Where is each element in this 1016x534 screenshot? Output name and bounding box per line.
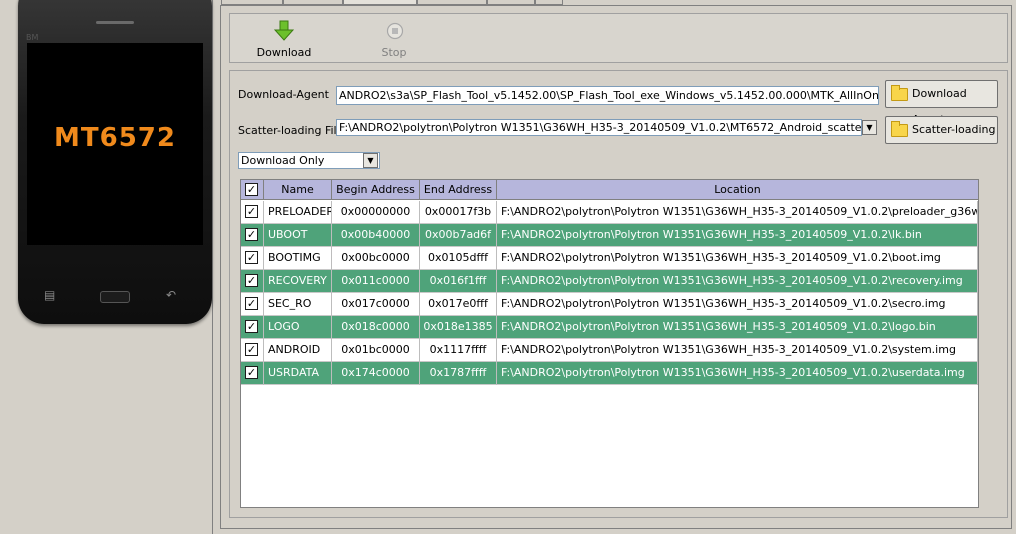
menu-icon: ▤ — [44, 288, 56, 302]
row-checkbox[interactable]: ✓ — [245, 320, 258, 333]
table-row[interactable]: ✓ RECOVERY 0x011c0000 0x016f1fff F:\ANDRO2\p… — [241, 270, 978, 293]
chevron-down-icon[interactable]: ▼ — [363, 153, 378, 168]
table-row[interactable]: ✓ PRELOADER 0x00000000 0x00017f3b F:\ANDRO2\… — [241, 201, 978, 224]
cell-end: 0x0105dfff — [420, 247, 497, 270]
cell-end: 0x00017f3b — [420, 201, 497, 224]
cell-begin: 0x00b40000 — [332, 224, 420, 247]
row-checkbox[interactable]: ✓ — [245, 366, 258, 379]
row-checkbox[interactable]: ✓ — [245, 274, 258, 287]
row-checkbox[interactable]: ✓ — [245, 343, 258, 356]
scatter-loading-button-label: Scatter-loading — [912, 123, 996, 136]
cell-end: 0x017e0fff — [420, 293, 497, 316]
phone-brand-label: BM — [26, 33, 39, 42]
table-row[interactable]: ✓ BOOTIMG 0x00bc0000 0x0105dfff F:\ANDRO2\po… — [241, 247, 978, 270]
row-checkbox-cell: ✓ — [241, 339, 264, 362]
table-row[interactable]: ✓ UBOOT 0x00b40000 0x00b7ad6f F:\ANDRO2\poly… — [241, 224, 978, 247]
column-header-location[interactable]: Location — [497, 180, 978, 200]
table-row[interactable]: ✓ SEC_RO 0x017c0000 0x017e0fff F:\ANDRO2\pol… — [241, 293, 978, 316]
row-checkbox-cell: ✓ — [241, 316, 264, 339]
download-agent-label: Download-Agent — [238, 88, 329, 101]
cell-location: F:\ANDRO2\polytron\Polytron W1351\G36WH_… — [497, 247, 978, 270]
cell-begin: 0x011c0000 — [332, 270, 420, 293]
cell-name: LOGO — [264, 316, 332, 339]
folder-icon — [891, 85, 908, 101]
chip-model-label: MT6572 — [54, 123, 176, 153]
phone-image: BM MT6572 ▤ ↶ — [18, 0, 212, 324]
cell-location: F:\ANDRO2\polytron\Polytron W1351\G36WH_… — [497, 270, 978, 293]
download-agent-field[interactable]: ANDRO2\s3a\SP_Flash_Tool_v5.1452.00\SP_F… — [336, 86, 879, 105]
cell-begin: 0x017c0000 — [332, 293, 420, 316]
download-button[interactable]: Download — [254, 20, 314, 60]
cell-begin: 0x018c0000 — [332, 316, 420, 339]
cell-name: PRELOADER — [264, 201, 332, 224]
home-button-icon — [100, 291, 130, 303]
cell-name: USRDATA — [264, 362, 332, 385]
phone-hardware-buttons: ▤ ↶ — [38, 288, 192, 304]
row-checkbox-cell: ✓ — [241, 224, 264, 247]
cell-location: F:\ANDRO2\polytron\Polytron W1351\G36WH_… — [497, 362, 978, 385]
folder-icon — [891, 121, 908, 137]
cell-name: SEC_RO — [264, 293, 332, 316]
scatter-file-select[interactable]: F:\ANDRO2\polytron\Polytron W1351\G36WH_… — [336, 119, 862, 136]
cell-name: UBOOT — [264, 224, 332, 247]
row-checkbox-cell: ✓ — [241, 201, 264, 224]
row-checkbox[interactable]: ✓ — [245, 251, 258, 264]
stop-button[interactable]: Stop — [364, 20, 424, 60]
row-checkbox[interactable]: ✓ — [245, 297, 258, 310]
row-checkbox[interactable]: ✓ — [245, 205, 258, 218]
row-checkbox[interactable]: ✓ — [245, 228, 258, 241]
cell-begin: 0x174c0000 — [332, 362, 420, 385]
select-all-cell: ✓ — [241, 180, 264, 200]
device-preview-panel: BM MT6572 ▤ ↶ — [0, 0, 213, 534]
download-agent-button[interactable]: Download Agent — [885, 80, 998, 126]
cell-name: RECOVERY — [264, 270, 332, 293]
table-row[interactable]: ✓ USRDATA 0x174c0000 0x1787ffff F:\ANDRO2\po… — [241, 362, 978, 385]
cell-end: 0x1787ffff — [420, 362, 497, 385]
row-checkbox-cell: ✓ — [241, 247, 264, 270]
chevron-down-icon[interactable]: ▼ — [862, 120, 877, 135]
row-checkbox-cell: ✓ — [241, 293, 264, 316]
scatter-loading-button[interactable]: Scatter-loading — [885, 116, 998, 144]
back-icon: ↶ — [166, 288, 177, 302]
row-checkbox-cell: ✓ — [241, 270, 264, 293]
cell-location: F:\ANDRO2\polytron\Polytron W1351\G36WH_… — [497, 201, 978, 224]
cell-location: F:\ANDRO2\polytron\Polytron W1351\G36WH_… — [497, 316, 978, 339]
select-all-checkbox[interactable]: ✓ — [245, 183, 258, 196]
table-header: ✓ Name Begin Address End Address Locatio… — [241, 180, 978, 200]
download-mode-value: Download Only — [241, 154, 325, 167]
cell-name: ANDROID — [264, 339, 332, 362]
cell-name: BOOTIMG — [264, 247, 332, 270]
cell-end: 0x00b7ad6f — [420, 224, 497, 247]
download-arrow-icon — [274, 20, 294, 41]
table-row[interactable]: ✓ ANDROID 0x01bc0000 0x1117ffff F:\ANDRO2\po… — [241, 339, 978, 362]
table-row[interactable]: ✓ LOGO 0x018c0000 0x018e1385 F:\ANDRO2\polyt… — [241, 316, 978, 339]
cell-location: F:\ANDRO2\polytron\Polytron W1351\G36WH_… — [497, 339, 978, 362]
cell-end: 0x016f1fff — [420, 270, 497, 293]
row-checkbox-cell: ✓ — [241, 362, 264, 385]
stop-label: Stop — [381, 46, 407, 59]
cell-begin: 0x00000000 — [332, 201, 420, 224]
column-header-end[interactable]: End Address — [420, 180, 497, 200]
partition-table: ✓ Name Begin Address End Address Locatio… — [240, 179, 979, 508]
stop-icon — [386, 22, 404, 40]
download-mode-select[interactable]: Download Only — [238, 152, 380, 169]
cell-end: 0x018e1385 — [420, 316, 497, 339]
cell-end: 0x1117ffff — [420, 339, 497, 362]
cell-location: F:\ANDRO2\polytron\Polytron W1351\G36WH_… — [497, 293, 978, 316]
cell-begin: 0x01bc0000 — [332, 339, 420, 362]
toolbar: Download Stop — [229, 13, 1008, 63]
cell-location: F:\ANDRO2\polytron\Polytron W1351\G36WH_… — [497, 224, 978, 247]
scatter-loading-label: Scatter-loading File — [238, 124, 344, 137]
phone-speaker — [96, 21, 134, 24]
phone-screen: MT6572 — [27, 43, 203, 245]
download-label: Download — [256, 46, 312, 59]
column-header-name[interactable]: Name — [264, 180, 332, 200]
cell-begin: 0x00bc0000 — [332, 247, 420, 270]
column-header-begin[interactable]: Begin Address — [332, 180, 420, 200]
